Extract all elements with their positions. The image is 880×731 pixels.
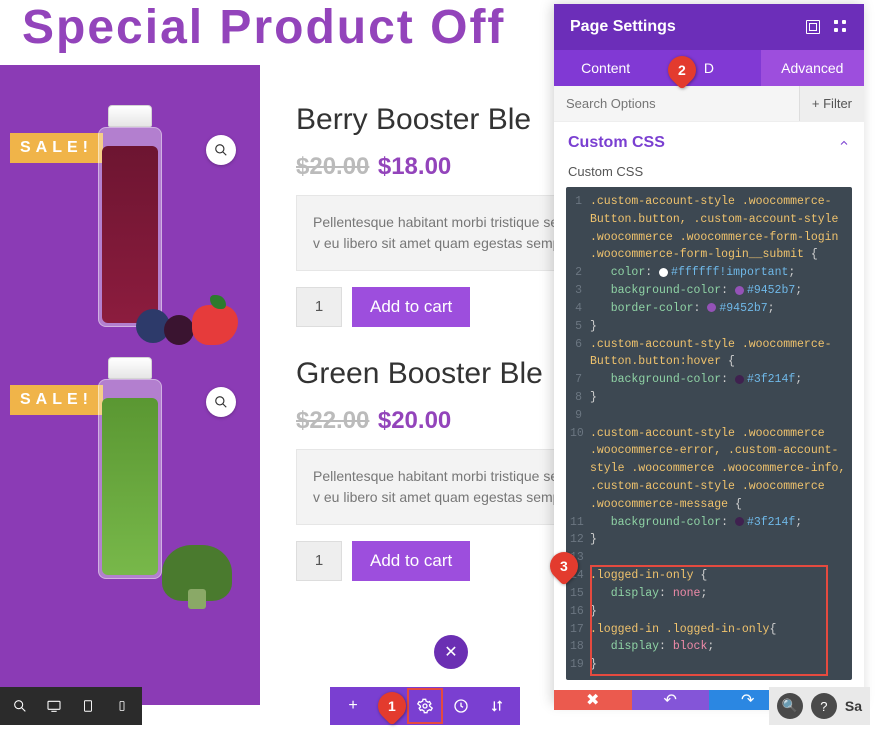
builder-rail: + ✎ xyxy=(330,687,520,725)
search-row: + Filter xyxy=(554,86,864,122)
price-old: $22.00 xyxy=(296,407,369,434)
code-line: 2 color: #ffffff!important; xyxy=(570,264,852,282)
code-line: 12} xyxy=(570,531,852,549)
save-button[interactable]: Sa xyxy=(845,698,862,714)
chevron-up-icon xyxy=(838,137,850,149)
code-line: 16} xyxy=(570,603,852,621)
product-card: SALE! xyxy=(16,357,244,587)
gear-icon xyxy=(417,698,433,714)
add-button[interactable]: + xyxy=(336,689,370,723)
zoom-button[interactable] xyxy=(206,135,236,165)
quantity-input[interactable]: 1 xyxy=(296,541,342,581)
settings-header: Page Settings xyxy=(554,4,864,50)
grid-icon[interactable] xyxy=(834,20,848,34)
code-line: 14.logged-in-only { xyxy=(570,567,852,585)
code-line: 19} xyxy=(570,656,852,674)
settings-tabs: Content D Advanced xyxy=(554,50,864,86)
search-input[interactable] xyxy=(554,86,799,121)
help-icon[interactable]: ? xyxy=(811,693,837,719)
section-label: Custom CSS xyxy=(568,134,665,152)
section-custom-css[interactable]: Custom CSS xyxy=(554,122,864,164)
phone-icon[interactable] xyxy=(112,696,132,716)
price-old: $20.00 xyxy=(296,153,369,180)
code-line: 4 border-color: #9452b7; xyxy=(570,300,852,318)
expand-icon[interactable] xyxy=(806,20,820,34)
add-to-cart-button[interactable]: Add to cart xyxy=(352,287,470,327)
price-new: $20.00 xyxy=(378,407,451,434)
code-line: 1.custom-account-style .woocommerce-Butt… xyxy=(570,193,852,264)
search-page-icon[interactable]: 🔍 xyxy=(777,693,803,719)
close-fab[interactable]: ✕ xyxy=(434,635,468,669)
page-settings-button[interactable] xyxy=(408,689,442,723)
add-to-cart-button[interactable]: Add to cart xyxy=(352,541,470,581)
zoom-button[interactable] xyxy=(206,387,236,417)
tablet-icon[interactable] xyxy=(78,696,98,716)
code-line: 11 background-color: #3f214f; xyxy=(570,514,852,532)
desktop-icon[interactable] xyxy=(44,696,64,716)
history-button[interactable] xyxy=(444,689,478,723)
magnifier-icon xyxy=(214,395,228,409)
settings-title: Page Settings xyxy=(570,18,676,36)
product-sidebar: SALE! SALE! xyxy=(0,65,260,705)
code-line: 6.custom-account-style .woocommerce-Butt… xyxy=(570,336,852,372)
code-line: 10.custom-account-style .woocommerce .wo… xyxy=(570,425,852,514)
code-line: 9 xyxy=(570,407,852,425)
magnifier-icon xyxy=(214,143,228,157)
clock-icon xyxy=(453,698,469,714)
code-line: 5} xyxy=(570,318,852,336)
css-editor[interactable]: 1.custom-account-style .woocommerce-Butt… xyxy=(566,187,852,680)
quantity-input[interactable]: 1 xyxy=(296,287,342,327)
settings-panel: Page Settings Content D Advanced + Filte… xyxy=(554,4,864,704)
code-line: 17.logged-in .logged-in-only{ xyxy=(570,621,852,639)
tab-content[interactable]: Content xyxy=(554,50,657,86)
delete-button[interactable]: ✖ xyxy=(554,690,632,710)
code-line: 15 display: none; xyxy=(570,585,852,603)
field-label: Custom CSS xyxy=(554,164,864,187)
undo-button[interactable]: ↶ xyxy=(632,690,710,710)
tab-advanced[interactable]: Advanced xyxy=(761,50,864,86)
code-line: 3 background-color: #9452b7; xyxy=(570,282,852,300)
code-line: 8} xyxy=(570,389,852,407)
save-rail: 🔍 ? Sa xyxy=(769,687,870,725)
product-image xyxy=(80,105,180,335)
filter-button[interactable]: + Filter xyxy=(799,86,864,121)
code-line: 18 display: block; xyxy=(570,638,852,656)
code-line: 13 xyxy=(570,549,852,567)
code-line: 7 background-color: #3f214f; xyxy=(570,371,852,389)
product-image xyxy=(80,357,180,587)
sort-button[interactable] xyxy=(480,689,514,723)
price-new: $18.00 xyxy=(378,153,451,180)
sort-icon xyxy=(489,698,505,714)
viewport-rail xyxy=(0,687,142,725)
product-card: SALE! xyxy=(16,105,244,335)
zoom-tool-icon[interactable] xyxy=(10,696,30,716)
